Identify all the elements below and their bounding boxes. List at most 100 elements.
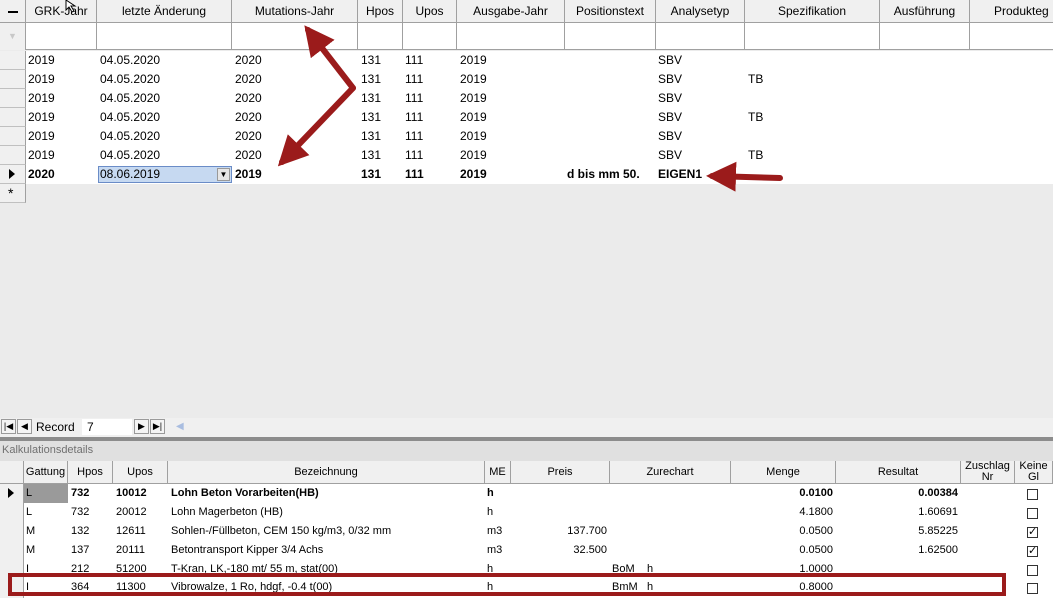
- col-header-produktegruppe[interactable]: Produkteg: [970, 0, 1053, 23]
- cell-grk-jahr[interactable]: 2019: [28, 127, 55, 146]
- new-record-selector[interactable]: *: [0, 184, 26, 203]
- date-combo-box[interactable]: 08.06.2019 ▼: [98, 166, 232, 183]
- row-selector[interactable]: [0, 70, 26, 89]
- detail-row[interactable]: L 732 10012 Lohn Beton Vorarbeiten(HB) h…: [0, 484, 1053, 503]
- col-header-zurechart[interactable]: Zurechart: [610, 461, 731, 483]
- cell-hpos[interactable]: 131: [361, 146, 381, 165]
- col-header-hpos[interactable]: Hpos: [358, 0, 403, 23]
- last-record-button[interactable]: ▶|: [150, 419, 165, 434]
- cell-menge[interactable]: 0.0500: [731, 541, 833, 560]
- filter-cell-positionstext[interactable]: [565, 23, 656, 50]
- filter-cell-hpos[interactable]: [358, 23, 403, 50]
- cell-d-hpos[interactable]: 732: [71, 503, 89, 522]
- cell-bezeichnung[interactable]: Betontransport Kipper 3/4 Achs: [171, 541, 323, 560]
- keine-gl-checkbox[interactable]: [1027, 565, 1038, 576]
- keine-gl-checkbox-checked[interactable]: ✓: [1027, 546, 1038, 557]
- cell-mutations-jahr[interactable]: 2020: [235, 127, 262, 146]
- cell-me[interactable]: m3: [487, 541, 502, 560]
- cell-letzte-aenderung[interactable]: 04.05.2020: [100, 127, 160, 146]
- cell-hpos[interactable]: 131: [361, 127, 381, 146]
- cell-ausgabe-jahr[interactable]: 2019: [460, 127, 487, 146]
- cell-d-upos[interactable]: 12611: [116, 522, 146, 541]
- keine-gl-checkbox[interactable]: [1027, 508, 1038, 519]
- cell-hpos[interactable]: 131: [361, 89, 381, 108]
- previous-record-button[interactable]: ◀: [17, 419, 32, 434]
- cell-mutations-jahr[interactable]: 2020: [235, 89, 262, 108]
- col-header-bezeichnung[interactable]: Bezeichnung: [168, 461, 485, 483]
- cell-d-upos[interactable]: 20111: [116, 541, 145, 560]
- table-row[interactable]: 2019 04.05.2020 2020 131 111 2019 SBV TB: [26, 146, 1053, 165]
- col-header-positionstext[interactable]: Positionstext: [565, 0, 656, 23]
- cell-hpos[interactable]: 131: [361, 70, 381, 89]
- row-selector[interactable]: [0, 146, 26, 165]
- cell-hpos[interactable]: 131: [361, 165, 381, 184]
- cell-spezifikation[interactable]: TB: [748, 146, 763, 165]
- cell-hpos[interactable]: 131: [361, 51, 381, 70]
- cell-d-hpos[interactable]: 137: [71, 541, 89, 560]
- scroll-left-arrow-icon[interactable]: ◀: [176, 420, 184, 434]
- cell-resultat[interactable]: 5.85225: [836, 522, 958, 541]
- dropdown-arrow-icon[interactable]: ▼: [217, 168, 230, 181]
- cell-bezeichnung[interactable]: Lohn Beton Vorarbeiten(HB): [171, 484, 319, 503]
- cell-hpos[interactable]: 131: [361, 108, 381, 127]
- filter-cell-ausfuehrung[interactable]: [880, 23, 970, 50]
- col-header-menge[interactable]: Menge: [731, 461, 836, 483]
- col-header-ausgabe-jahr[interactable]: Ausgabe-Jahr: [457, 0, 565, 23]
- cell-d-hpos[interactable]: 132: [71, 522, 89, 541]
- cell-mutations-jahr[interactable]: 2020: [235, 108, 262, 127]
- cell-gattung[interactable]: L: [24, 484, 68, 503]
- cell-ausgabe-jahr[interactable]: 2019: [460, 89, 487, 108]
- cell-analysetyp[interactable]: SBV: [658, 89, 682, 108]
- cell-gattung[interactable]: M: [26, 522, 35, 541]
- cell-letzte-aenderung[interactable]: 04.05.2020: [100, 108, 160, 127]
- current-record-row[interactable]: 2020 08.06.2019 ▼ 2019 131 111 2019 d bi…: [26, 165, 1053, 184]
- col-header-mutations-jahr[interactable]: Mutations-Jahr: [232, 0, 358, 23]
- cell-letzte-aenderung[interactable]: 04.05.2020: [100, 146, 160, 165]
- row-selector[interactable]: [0, 89, 26, 108]
- cell-upos[interactable]: 111: [405, 70, 423, 89]
- filter-cell-produktegruppe[interactable]: [970, 23, 1053, 50]
- row-selector[interactable]: [0, 127, 26, 146]
- cell-menge[interactable]: 0.0100: [731, 484, 833, 503]
- filter-cell-analysetyp[interactable]: [656, 23, 745, 50]
- date-combo-value[interactable]: 08.06.2019: [100, 167, 160, 182]
- detail-row[interactable]: M 132 12611 Sohlen-/Füllbeton, CEM 150 k…: [0, 522, 1053, 541]
- detail-row[interactable]: L 732 20012 Lohn Magerbeton (HB) h 4.180…: [0, 503, 1053, 522]
- filter-cell-spezifikation[interactable]: [745, 23, 880, 50]
- cell-upos[interactable]: 111: [405, 127, 423, 146]
- cell-upos[interactable]: 111: [405, 146, 423, 165]
- col-header-letzte-aenderung[interactable]: letzte Änderung: [97, 0, 232, 23]
- col-header-d-hpos[interactable]: Hpos: [68, 461, 113, 483]
- col-header-zuschlag-nr[interactable]: Zuschlag Nr: [961, 461, 1015, 483]
- cell-resultat[interactable]: 1.60691: [836, 503, 958, 522]
- col-header-gattung[interactable]: Gattung: [24, 461, 68, 483]
- cell-d-upos[interactable]: 20012: [116, 503, 147, 522]
- cell-resultat[interactable]: 0.00384: [836, 484, 958, 503]
- cell-analysetyp[interactable]: SBV: [658, 70, 682, 89]
- cell-bezeichnung[interactable]: Sohlen-/Füllbeton, CEM 150 kg/m3, 0/32 m…: [171, 522, 391, 541]
- cell-upos[interactable]: 111: [405, 165, 424, 184]
- cell-gattung[interactable]: M: [26, 541, 35, 560]
- cell-mutations-jahr[interactable]: 2020: [235, 70, 262, 89]
- cell-analysetyp[interactable]: EIGEN1: [658, 165, 702, 184]
- cell-grk-jahr[interactable]: 2020: [28, 165, 55, 184]
- cell-mutations-jahr[interactable]: 2020: [235, 146, 262, 165]
- cell-ausgabe-jahr[interactable]: 2019: [460, 108, 487, 127]
- col-header-me[interactable]: ME: [485, 461, 511, 483]
- col-header-ausfuehrung[interactable]: Ausführung: [880, 0, 970, 23]
- col-header-preis[interactable]: Preis: [511, 461, 610, 483]
- detail-row[interactable]: M 137 20111 Betontransport Kipper 3/4 Ac…: [0, 541, 1053, 560]
- cell-grk-jahr[interactable]: 2019: [28, 51, 55, 70]
- cell-menge[interactable]: 4.1800: [731, 503, 833, 522]
- filter-cell-ausgabe-jahr[interactable]: [457, 23, 565, 50]
- next-record-button[interactable]: ▶: [134, 419, 149, 434]
- cell-mutations-jahr[interactable]: 2020: [235, 51, 262, 70]
- cell-upos[interactable]: 111: [405, 51, 423, 70]
- cell-ausgabe-jahr[interactable]: 2019: [460, 165, 487, 184]
- cell-preis[interactable]: 137.700: [511, 522, 607, 541]
- cell-grk-jahr[interactable]: 2019: [28, 146, 55, 165]
- cell-ausgabe-jahr[interactable]: 2019: [460, 146, 487, 165]
- cell-resultat[interactable]: 1.62500: [836, 541, 958, 560]
- col-header-keine-gl[interactable]: Keine Gl: [1015, 461, 1053, 483]
- cell-spezifikation[interactable]: TB: [748, 108, 763, 127]
